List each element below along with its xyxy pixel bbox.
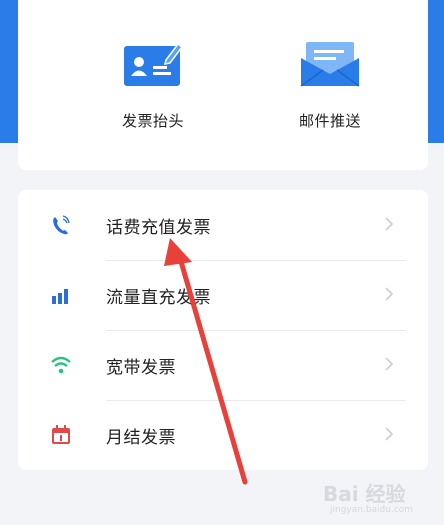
email-push-shortcut[interactable]: 邮件推送	[270, 40, 390, 131]
envelope-icon	[300, 42, 360, 87]
wifi-icon	[51, 356, 71, 374]
list-item-broadband-invoice[interactable]: 宽带发票	[18, 330, 428, 400]
watermark-logo: Bai 经验	[323, 482, 406, 506]
list-item-label: 话费充值发票	[106, 218, 211, 238]
list-item-label: 宽带发票	[106, 358, 176, 378]
shortcut-label: 发票抬头	[121, 112, 184, 130]
list-item-label: 流量直充发票	[106, 288, 211, 308]
calendar-icon	[52, 425, 70, 444]
watermark-url: jingyan.baidu.com	[330, 505, 414, 515]
chevron-right-icon	[385, 357, 394, 371]
invoice-type-list: 话费充值发票 流量直充发票 宽带发票 月结发票	[18, 190, 428, 470]
list-item-monthly-invoice[interactable]: 月结发票	[18, 400, 428, 470]
chevron-right-icon	[385, 427, 394, 441]
invoice-title-card-icon	[124, 42, 184, 86]
list-item-phone-recharge-invoice[interactable]: 话费充值发票	[18, 190, 428, 260]
list-item-data-recharge-invoice[interactable]: 流量直充发票	[18, 260, 428, 330]
invoice-title-shortcut[interactable]: 发票抬头	[93, 40, 213, 131]
signal-bars-icon	[52, 289, 68, 304]
shortcut-label: 邮件推送	[298, 112, 361, 130]
phone-icon	[53, 215, 70, 235]
list-item-label: 月结发票	[106, 428, 176, 448]
chevron-right-icon	[385, 217, 394, 231]
chevron-right-icon	[385, 287, 394, 301]
shortcut-card: 发票抬头 邮件推送	[18, 0, 428, 170]
